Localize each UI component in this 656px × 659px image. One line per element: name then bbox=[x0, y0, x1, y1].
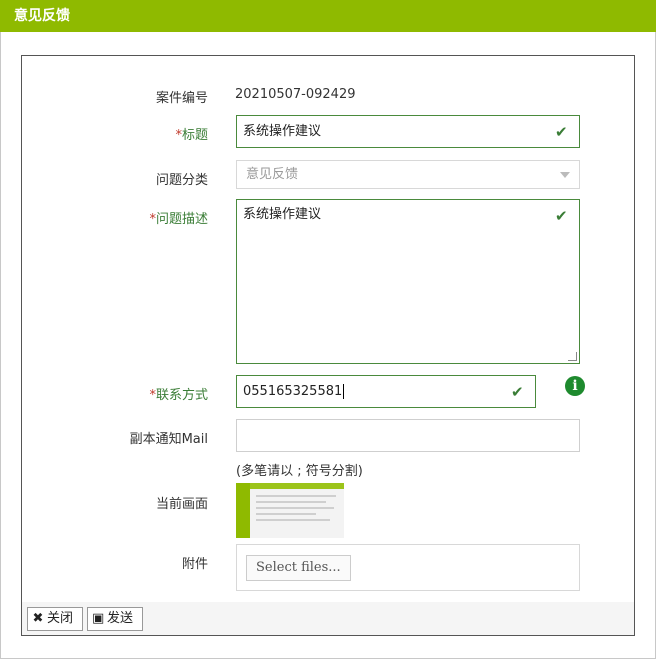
close-icon: ✖ bbox=[32, 611, 44, 626]
resize-handle-icon[interactable] bbox=[568, 352, 577, 361]
cc-mail-input[interactable] bbox=[236, 419, 580, 452]
screenshot-label: 当前画面 bbox=[155, 497, 208, 512]
description-label: *问题描述 bbox=[149, 212, 208, 227]
save-icon: ▣ bbox=[92, 611, 105, 626]
category-label: 问题分类 bbox=[155, 173, 208, 188]
text-cursor bbox=[343, 384, 345, 399]
contact-input[interactable]: 055165325581 bbox=[236, 375, 536, 408]
select-files-button[interactable]: Select files... bbox=[246, 555, 351, 581]
info-icon[interactable]: i bbox=[565, 376, 585, 396]
description-valid-check-icon: ✔ bbox=[555, 207, 568, 225]
chevron-down-icon bbox=[560, 172, 570, 178]
category-select[interactable]: 意见反馈 bbox=[236, 160, 580, 189]
feedback-form: 案件编号 20210507-092429 *标题 系统操作建议 ✔ 问题分类 意… bbox=[21, 55, 635, 636]
title-input[interactable]: 系统操作建议 bbox=[236, 115, 580, 148]
dialog-title: 意见反馈 bbox=[0, 0, 656, 32]
case-no-value: 20210507-092429 bbox=[235, 87, 356, 102]
send-button[interactable]: ▣ 发送 bbox=[87, 607, 143, 631]
title-valid-check-icon: ✔ bbox=[555, 123, 568, 141]
attachment-upload: Select files... bbox=[236, 544, 580, 591]
case-no-label: 案件编号 bbox=[155, 91, 208, 106]
close-button[interactable]: ✖ 关闭 bbox=[27, 607, 83, 631]
cc-mail-hint: (多笔请以 ; 符号分割) bbox=[236, 464, 363, 479]
attachment-label: 附件 bbox=[181, 557, 208, 572]
title-label: *标题 bbox=[175, 128, 208, 143]
contact-label: *联系方式 bbox=[149, 388, 208, 403]
screenshot-thumbnail[interactable] bbox=[236, 483, 344, 538]
description-textarea[interactable]: 系统操作建议 bbox=[236, 199, 580, 364]
contact-valid-check-icon: ✔ bbox=[511, 383, 524, 401]
dialog-footer: ✖ 关闭 ▣ 发送 bbox=[22, 602, 634, 635]
cc-mail-label: 副本通知Mail bbox=[129, 432, 208, 447]
